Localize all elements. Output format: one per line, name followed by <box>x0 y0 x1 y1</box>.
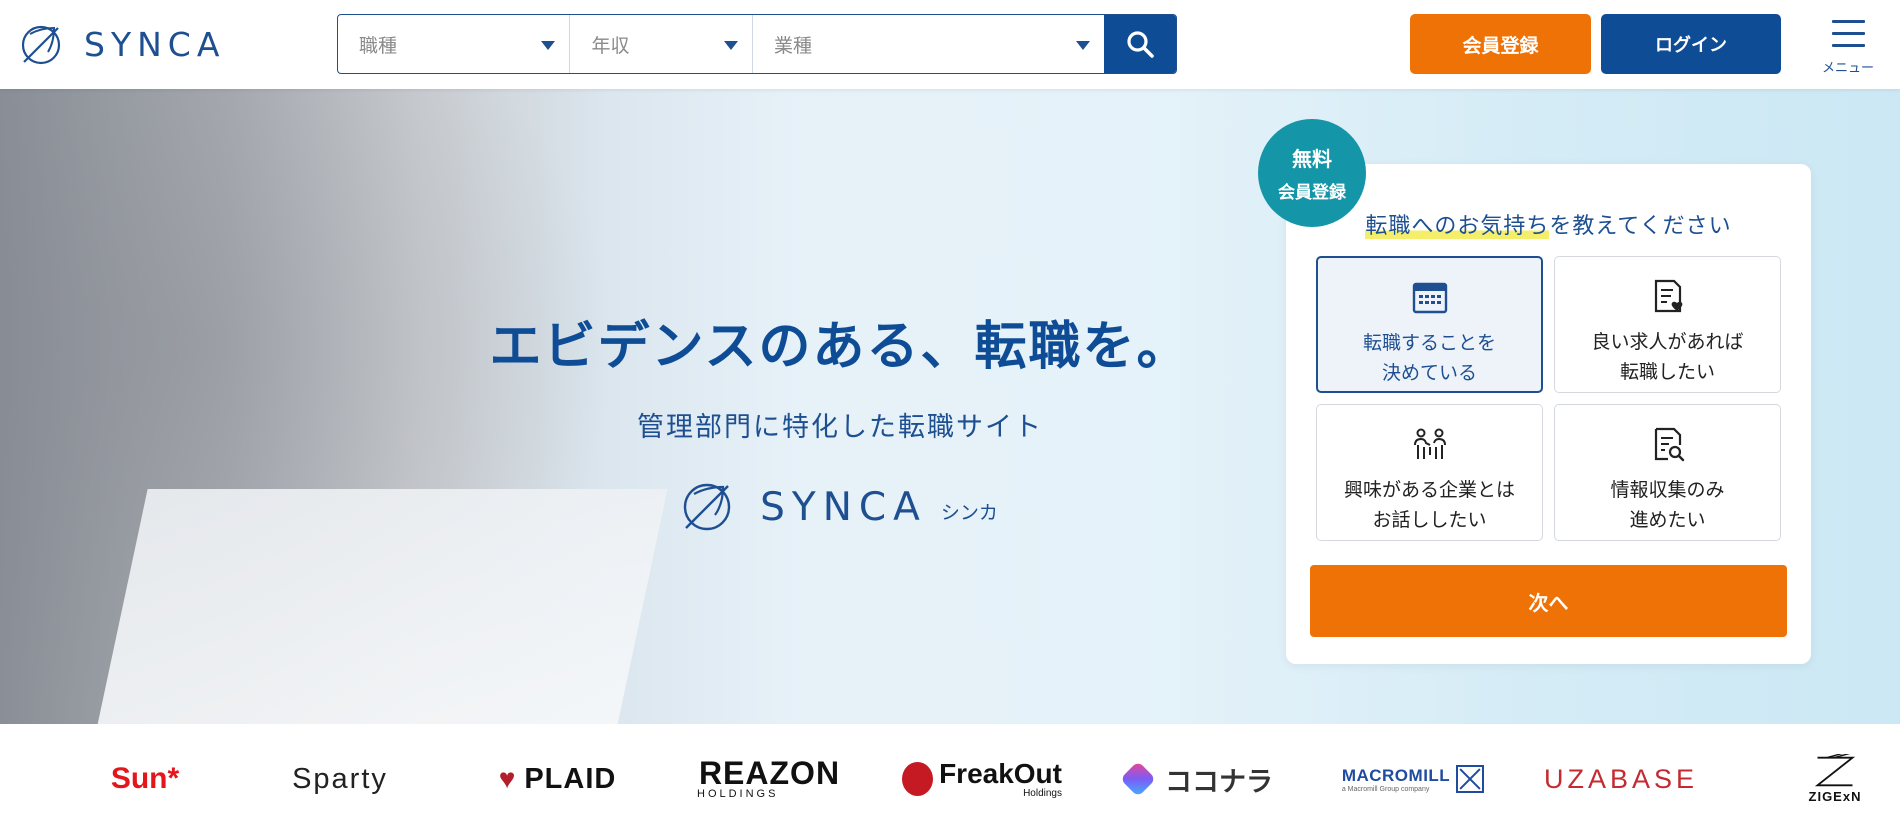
hero-headline: エビデンスのある、転職を。 <box>489 317 1191 377</box>
logo-freakout-sub: Holdings <box>1023 787 1062 799</box>
caret-down-icon <box>724 41 739 50</box>
industry-select[interactable]: 業種 <box>753 15 1104 73</box>
logo-zigexn-text: ZIGExN <box>1808 789 1862 804</box>
option-label: 良い求人があれば 転職したい <box>1591 331 1744 383</box>
logo-macromill-text: MACROMILL <box>1341 765 1451 785</box>
logo-sun-text: Sun* <box>110 762 180 795</box>
logo-freakout[interactable]: FreakOut Holdings <box>902 754 1062 804</box>
calendar-icon <box>1412 282 1447 314</box>
job-type-placeholder: 職種 <box>359 34 398 57</box>
hero-logo: SYNCA シンカ <box>480 482 1200 532</box>
document-search-icon <box>1654 427 1684 462</box>
job-search-bar: 職種 年収 業種 <box>337 14 1177 74</box>
logo-plaid-text: PLAID <box>524 762 617 795</box>
next-button[interactable]: 次へ <box>1310 565 1787 637</box>
logo-macromill[interactable]: MACROMILL a Macromill Group company <box>1338 754 1488 804</box>
option-label: 興味がある企業とは お話ししたい <box>1343 479 1515 531</box>
people-talk-icon <box>1413 428 1446 459</box>
kokonara-mark-icon <box>1119 760 1157 798</box>
badge-line-1: 無料 <box>1292 147 1332 171</box>
macromill-mark-icon <box>1456 765 1485 793</box>
logo-sun[interactable]: Sun* <box>100 754 190 804</box>
hero-subheadline: 管理部門に特化した転職サイト <box>637 412 1043 443</box>
hero-logo-kana: シンカ <box>940 501 998 524</box>
login-button[interactable]: ログイン <box>1601 14 1781 74</box>
hero-copy: エビデンスのある、転職を。 管理部門に特化した転職サイト SYNCA シンカ <box>480 304 1200 532</box>
logo-freakout-text: FreakOut <box>939 757 1062 789</box>
option-info-only[interactable]: 情報収集のみ 進めたい <box>1554 404 1781 541</box>
logo-macromill-sub: a Macromill Group company <box>1341 785 1430 793</box>
logo-reazon[interactable]: REAZON HOLDINGS <box>697 754 842 804</box>
plaid-heart-icon: ♥ <box>498 763 517 794</box>
free-signup-badge: 無料 会員登録 <box>1258 119 1366 227</box>
logo-zigexn[interactable]: ZIGExN <box>1795 754 1875 804</box>
option-good-offer[interactable]: 良い求人があれば 転職したい <box>1554 256 1781 393</box>
site-logo-text: SYNCA <box>84 25 226 64</box>
partner-logos-strip: Sun* Sparty ♥ PLAID REAZON HOLDINGS Frea… <box>0 724 1900 827</box>
zigexn-mark-icon <box>1814 754 1856 787</box>
caret-down-icon <box>541 41 556 50</box>
menu-button[interactable]: メニュー <box>1818 18 1878 78</box>
logo-sparty[interactable]: Sparty <box>285 754 395 804</box>
logo-uzabase-text: UZABASE <box>1543 763 1699 794</box>
menu-label: メニュー <box>1821 61 1874 76</box>
register-button[interactable]: 会員登録 <box>1410 14 1591 74</box>
logo-kokonara[interactable]: ココナラ <box>1119 754 1273 804</box>
logo-kokonara-text: ココナラ <box>1165 766 1273 798</box>
job-type-select[interactable]: 職種 <box>338 15 571 73</box>
income-select[interactable]: 年収 <box>570 15 754 73</box>
industry-placeholder: 業種 <box>774 34 813 57</box>
title-highlight: 転職へのお気持ち <box>1365 214 1550 239</box>
hero-section: エビデンスのある、転職を。 管理部門に特化した転職サイト SYNCA シンカ 無… <box>0 89 1900 724</box>
signup-card-title: 転職へのお気持ちを教えてください <box>1286 208 1811 240</box>
hamburger-icon <box>1818 18 1878 47</box>
freakout-mark-icon <box>902 762 934 796</box>
site-header: SYNCA 職種 年収 業種 会員登録 ログイン メニュー <box>0 0 1900 89</box>
option-talk-companies[interactable]: 興味がある企業とは お話ししたい <box>1316 404 1543 541</box>
option-label: 転職することを 決めている <box>1362 332 1496 384</box>
logo-reazon-sub: HOLDINGS <box>697 788 779 800</box>
logo-reazon-text: REAZON <box>698 755 841 791</box>
title-rest: を教えてください <box>1549 214 1732 239</box>
synca-logo-icon <box>21 25 61 64</box>
badge-line-2: 会員登録 <box>1278 183 1346 203</box>
caret-down-icon <box>1076 41 1091 50</box>
hero-logo-text: SYNCA <box>760 484 927 530</box>
option-label: 情報収集のみ 進めたい <box>1610 479 1725 531</box>
document-heart-icon <box>1654 279 1682 313</box>
income-placeholder: 年収 <box>591 34 630 57</box>
search-icon <box>1127 31 1154 58</box>
logo-uzabase[interactable]: UZABASE <box>1544 754 1694 804</box>
logo-plaid[interactable]: ♥ PLAID <box>490 754 625 804</box>
synca-logo-icon <box>683 483 731 531</box>
logo-sparty-text: Sparty <box>292 762 388 795</box>
site-logo[interactable]: SYNCA <box>20 22 225 67</box>
signup-card: 転職へのお気持ちを教えてください 転職することを 決めている 良い求人があれば … <box>1286 164 1811 664</box>
search-button[interactable] <box>1104 15 1176 73</box>
option-decided[interactable]: 転職することを 決めている <box>1316 256 1543 393</box>
